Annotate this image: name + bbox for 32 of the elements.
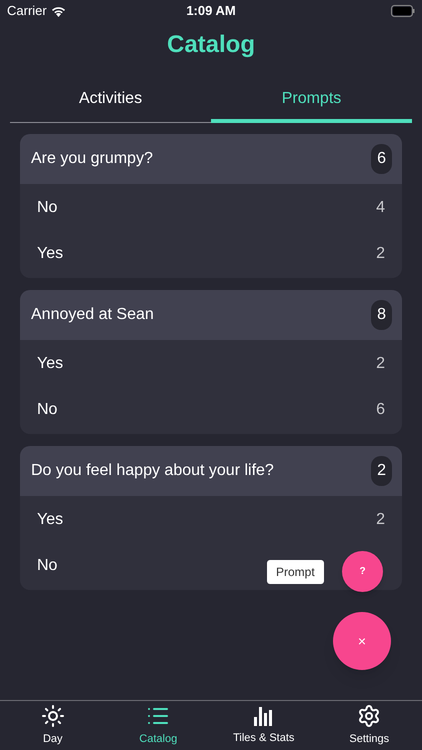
battery-icon [391,5,415,17]
wifi-icon [50,6,66,16]
answer-label: Yes [37,510,64,530]
nav-tab[interactable]: Settings [316,701,422,750]
prompt-count: 8 [371,300,392,330]
tab[interactable]: Prompts [211,79,412,123]
sun-icon [40,704,65,728]
answer-count: 2 [376,354,385,374]
tab[interactable]: Activities [10,79,211,123]
nav-tab[interactable]: Catalog [106,701,211,750]
answer-label: No [37,198,58,218]
answer-label: Yes [37,244,64,264]
answer-label: No [37,400,58,420]
answer-count: 2 [376,510,385,530]
settings-icon [357,704,382,728]
page-title: Catalog [166,30,255,60]
answer-label: No [37,556,58,576]
tooltip-label: Prompt [267,560,324,584]
prompt-question: Are you grumpy? [31,149,153,169]
nav-tab[interactable]: Tiles & Stats [211,701,316,750]
nav-tab[interactable]: Day [0,701,106,750]
answer-label: Yes [37,354,64,374]
carrier-label: Carrier [7,2,47,20]
prompt-question: Annoyed at Sean [31,305,154,325]
answer-count: 2 [376,244,385,264]
prompt-question: Do you feel happy about your life? [31,461,274,481]
status-time: 1:09 AM [186,2,236,20]
prompt-count: 2 [371,456,392,486]
answer-count: 6 [376,400,385,420]
answer-count: 4 [376,198,385,218]
prompt-count: 6 [371,144,392,174]
bar-chart-icon [252,704,275,727]
